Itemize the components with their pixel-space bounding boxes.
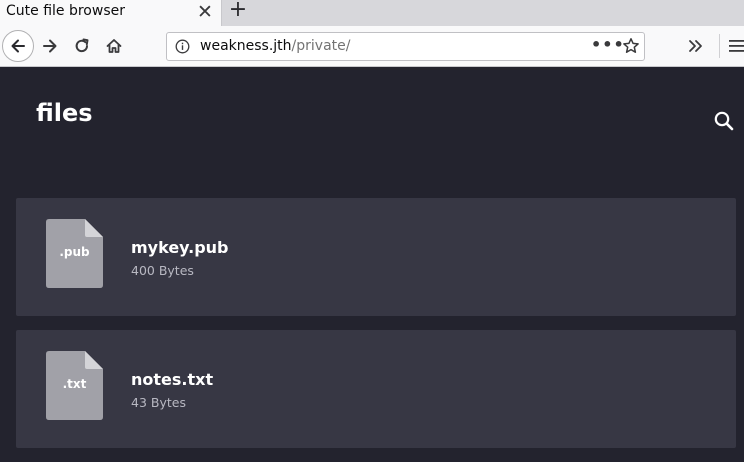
home-button[interactable] — [99, 31, 129, 61]
file-size: 400 Bytes — [131, 263, 194, 278]
tab-active[interactable]: Cute file browser ✕ — [0, 0, 222, 26]
search-icon[interactable] — [712, 109, 736, 133]
url-bar[interactable]: weakness.jth/private/ ••• — [166, 32, 645, 61]
navigation-toolbar: weakness.jth/private/ ••• — [0, 26, 744, 67]
star-icon[interactable] — [622, 37, 640, 55]
file-icon: .txt — [46, 351, 103, 420]
file-name: notes.txt — [131, 370, 214, 389]
url-host: weakness.jth — [200, 38, 292, 54]
file-name: mykey.pub — [131, 238, 229, 257]
file-extension: .pub — [59, 245, 90, 259]
url-text[interactable]: weakness.jth/private/ — [200, 38, 350, 54]
home-icon — [106, 39, 122, 53]
reload-icon — [75, 38, 89, 53]
toolbar-separator — [719, 34, 720, 58]
page-title: files — [36, 99, 93, 127]
tab-title: Cute file browser — [6, 3, 125, 19]
arrow-right-icon — [43, 39, 57, 53]
page-actions-icon[interactable]: ••• — [591, 35, 625, 54]
close-tab-icon[interactable]: ✕ — [196, 1, 214, 23]
new-tab-button[interactable]: + — [228, 0, 248, 22]
reload-button[interactable] — [67, 31, 97, 61]
tab-strip: Cute file browser ✕ + — [0, 0, 744, 26]
file-browser-page: files .pub mykey.pub 400 Bytes .txt note… — [0, 67, 744, 462]
forward-button[interactable] — [35, 31, 65, 61]
back-button[interactable] — [2, 30, 34, 62]
file-item[interactable]: .txt notes.txt 43 Bytes — [16, 330, 736, 448]
arrow-left-icon — [11, 39, 25, 53]
file-icon: .pub — [46, 219, 103, 288]
hamburger-menu-icon[interactable] — [728, 36, 744, 56]
file-extension: .txt — [62, 377, 87, 391]
url-path: /private/ — [291, 38, 351, 54]
file-size: 43 Bytes — [131, 395, 186, 410]
chevron-double-right-icon[interactable] — [686, 36, 706, 56]
info-icon[interactable] — [175, 39, 190, 54]
file-item[interactable]: .pub mykey.pub 400 Bytes — [16, 198, 736, 316]
